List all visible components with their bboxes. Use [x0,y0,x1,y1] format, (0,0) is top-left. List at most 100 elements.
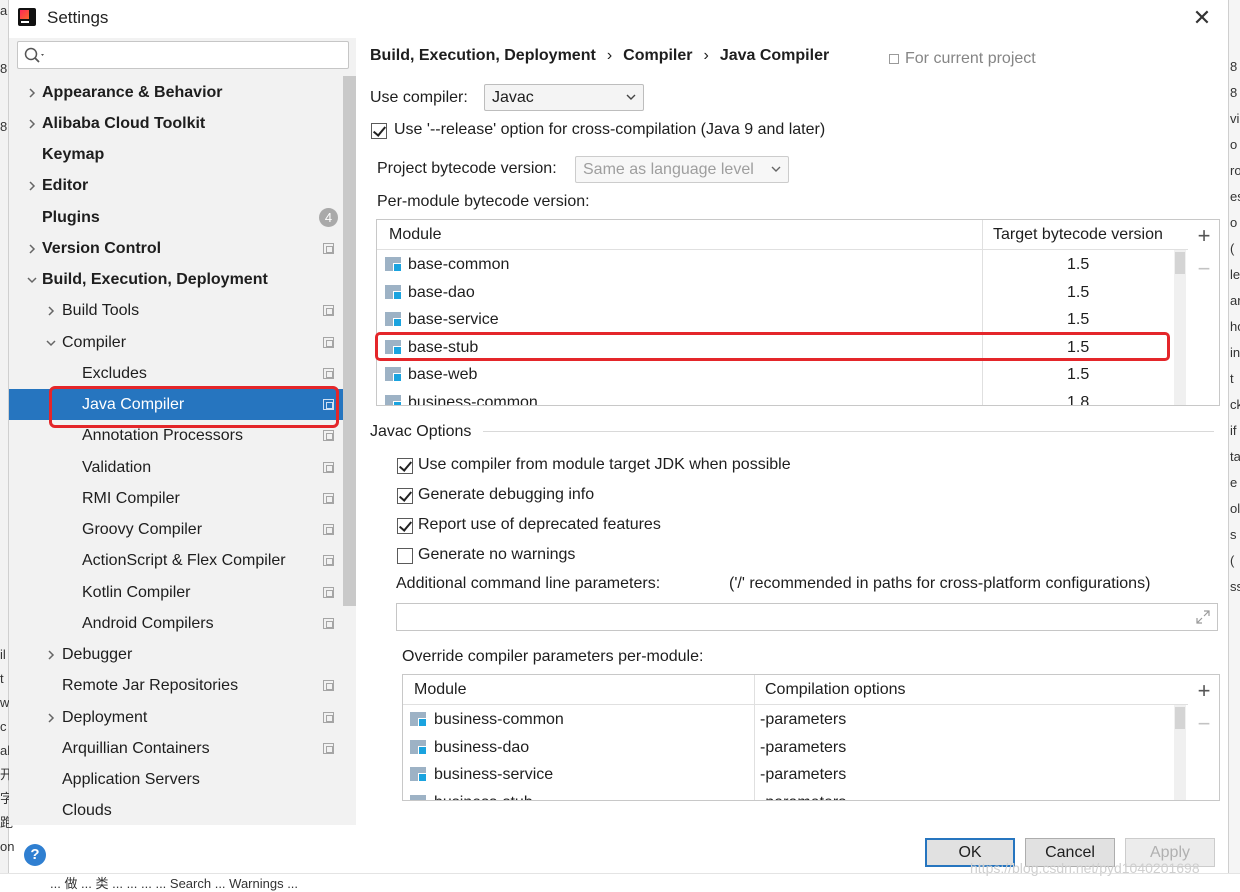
sidebar-item-android-compilers[interactable]: Android Compilers [9,608,343,639]
compilation-options[interactable]: -parameters [760,706,846,734]
sidebar-item-validation[interactable]: Validation [9,452,343,483]
target-bytecode-version[interactable]: 1.5 [1067,361,1089,389]
breadcrumb: Build, Execution, Deployment › Compiler › Ja… [370,47,829,65]
chevron-right-icon[interactable] [45,712,57,724]
column-header-module[interactable]: Module [404,675,466,705]
chevron-right-icon[interactable] [45,649,57,661]
module-folder-icon [385,367,402,382]
table-scrollbar[interactable] [1174,250,1186,405]
sidebar-item-arquillian-containers[interactable]: Arquillian Containers [9,733,343,764]
table-row[interactable]: business-common 1.8 [377,389,1174,406]
table-row[interactable]: business-service -parameters [403,761,1174,789]
chevron-down-icon[interactable] [45,337,57,349]
javac-option-checkbox-generate-no-warnings[interactable] [397,548,413,564]
compilation-options[interactable]: -parameters [760,734,846,762]
add-module-button[interactable]: + [1188,223,1220,249]
bytecode-version-table: Module Target bytecode version base-comm… [376,219,1189,406]
table-header: Module Target bytecode version [377,220,1188,250]
chevron-right-icon[interactable] [26,87,38,99]
table-row[interactable]: business-common -parameters [403,706,1174,734]
module-folder-icon [410,794,426,800]
use-compiler-select[interactable]: Javac [484,84,644,111]
sidebar-item-label: Build, Execution, Deployment [42,270,268,288]
sidebar-item-actionscript-flex-compiler[interactable]: ActionScript & Flex Compiler [9,545,343,576]
background-text-fragment: 8 [0,119,8,134]
sidebar-item-deployment[interactable]: Deployment [9,702,343,733]
remove-module-button[interactable]: − [1188,256,1220,282]
sidebar-item-plugins[interactable]: Plugins 4 [9,202,343,233]
release-option-checkbox[interactable] [371,123,387,139]
chevron-right-icon[interactable] [26,118,38,130]
scrollbar-thumb[interactable] [1175,252,1185,274]
sidebar-item-editor[interactable]: Editor [9,170,343,201]
chevron-right-icon[interactable] [45,305,57,317]
table-scrollbar[interactable] [1174,705,1186,800]
sidebar-item-alibaba-cloud-toolkit[interactable]: Alibaba Cloud Toolkit [9,108,343,139]
per-module-bytecode-label: Per-module bytecode version: [377,193,590,210]
chevron-right-icon[interactable] [26,243,38,255]
use-compiler-label: Use compiler: [370,89,468,106]
intellij-app-icon [18,8,36,26]
add-override-button[interactable]: + [1188,678,1220,704]
sidebar-item-keymap[interactable]: Keymap [9,139,343,170]
settings-search-input[interactable] [17,41,349,69]
sidebar-item-remote-jar-repositories[interactable]: Remote Jar Repositories [9,670,343,701]
background-text-fragment: 8 [1230,85,1238,100]
table-row[interactable]: base-dao 1.5 [377,279,1174,307]
sidebar-item-label: Editor [42,176,89,194]
sidebar-item-appearance-behavior[interactable]: Appearance & Behavior [9,77,343,108]
breadcrumb-item: Java Compiler [719,47,830,64]
override-table-toolbar: + − [1188,674,1220,801]
module-folder-icon [385,312,402,327]
table-row[interactable]: business-dao -parameters [403,734,1174,762]
sidebar-item-clouds[interactable]: Clouds [9,795,343,826]
chevron-down-icon[interactable] [26,274,38,286]
table-row[interactable]: base-web 1.5 [377,361,1174,389]
module-name: base-dao [408,283,475,301]
javac-option-checkbox-use-compiler-from-module-target-jdk-when-possible[interactable] [397,458,413,474]
sidebar-item-groovy-compiler[interactable]: Groovy Compiler [9,514,343,545]
column-header-target-version[interactable]: Target bytecode version [983,220,1163,250]
sidebar-scrollbar[interactable] [343,76,356,606]
sidebar-item-build-tools[interactable]: Build Tools [9,295,343,326]
sidebar-item-excludes[interactable]: Excludes [9,358,343,389]
breadcrumb-item: Build, Execution, Deployment [370,47,596,64]
background-text-fragment: o [1230,215,1238,230]
sidebar-item-application-servers[interactable]: Application Servers [9,764,343,795]
chevron-down-icon [771,166,781,172]
background-text-fragment: ck [1230,397,1240,412]
target-bytecode-version[interactable]: 1.5 [1067,306,1089,334]
column-header-compilation-options[interactable]: Compilation options [755,675,906,705]
sidebar-item-kotlin-compiler[interactable]: Kotlin Compiler [9,577,343,608]
sidebar-item-compiler[interactable]: Compiler [9,327,343,358]
remove-override-button[interactable]: − [1188,711,1220,737]
background-text-fragment: w [0,695,10,710]
compilation-options[interactable]: -parameters [760,789,846,801]
additional-params-input[interactable] [396,603,1218,631]
compilation-options[interactable]: -parameters [760,761,846,789]
column-header-module[interactable]: Module [379,220,441,250]
sidebar-item-label: Plugins [42,208,100,226]
target-bytecode-version[interactable]: 1.5 [1067,251,1089,279]
close-button[interactable]: ✕ [1188,5,1216,33]
table-row[interactable]: business-stub -parameters [403,789,1174,801]
module-name: business-common [408,393,538,406]
table-row[interactable]: base-common 1.5 [377,251,1174,279]
sidebar-item-version-control[interactable]: Version Control [9,233,343,264]
target-bytecode-version[interactable]: 1.8 [1067,389,1089,406]
chevron-right-icon[interactable] [26,180,38,192]
sidebar-item-debugger[interactable]: Debugger [9,639,343,670]
sidebar-item-label: Validation [82,458,152,476]
javac-option-checkbox-report-use-of-deprecated-features[interactable] [397,518,413,534]
sidebar-item-label: Arquillian Containers [62,739,210,757]
sidebar-item-rmi-compiler[interactable]: RMI Compiler [9,483,343,514]
sidebar-item-build-execution-deployment[interactable]: Build, Execution, Deployment [9,264,343,295]
table-row[interactable]: base-service 1.5 [377,306,1174,334]
project-bytecode-select[interactable]: Same as language level [575,156,789,183]
expand-icon[interactable] [1195,609,1211,625]
javac-option-checkbox-generate-debugging-info[interactable] [397,488,413,504]
target-bytecode-version[interactable]: 1.5 [1067,279,1089,307]
help-button[interactable]: ? [24,844,46,866]
section-divider [483,431,1214,432]
scrollbar-thumb[interactable] [1175,707,1185,729]
